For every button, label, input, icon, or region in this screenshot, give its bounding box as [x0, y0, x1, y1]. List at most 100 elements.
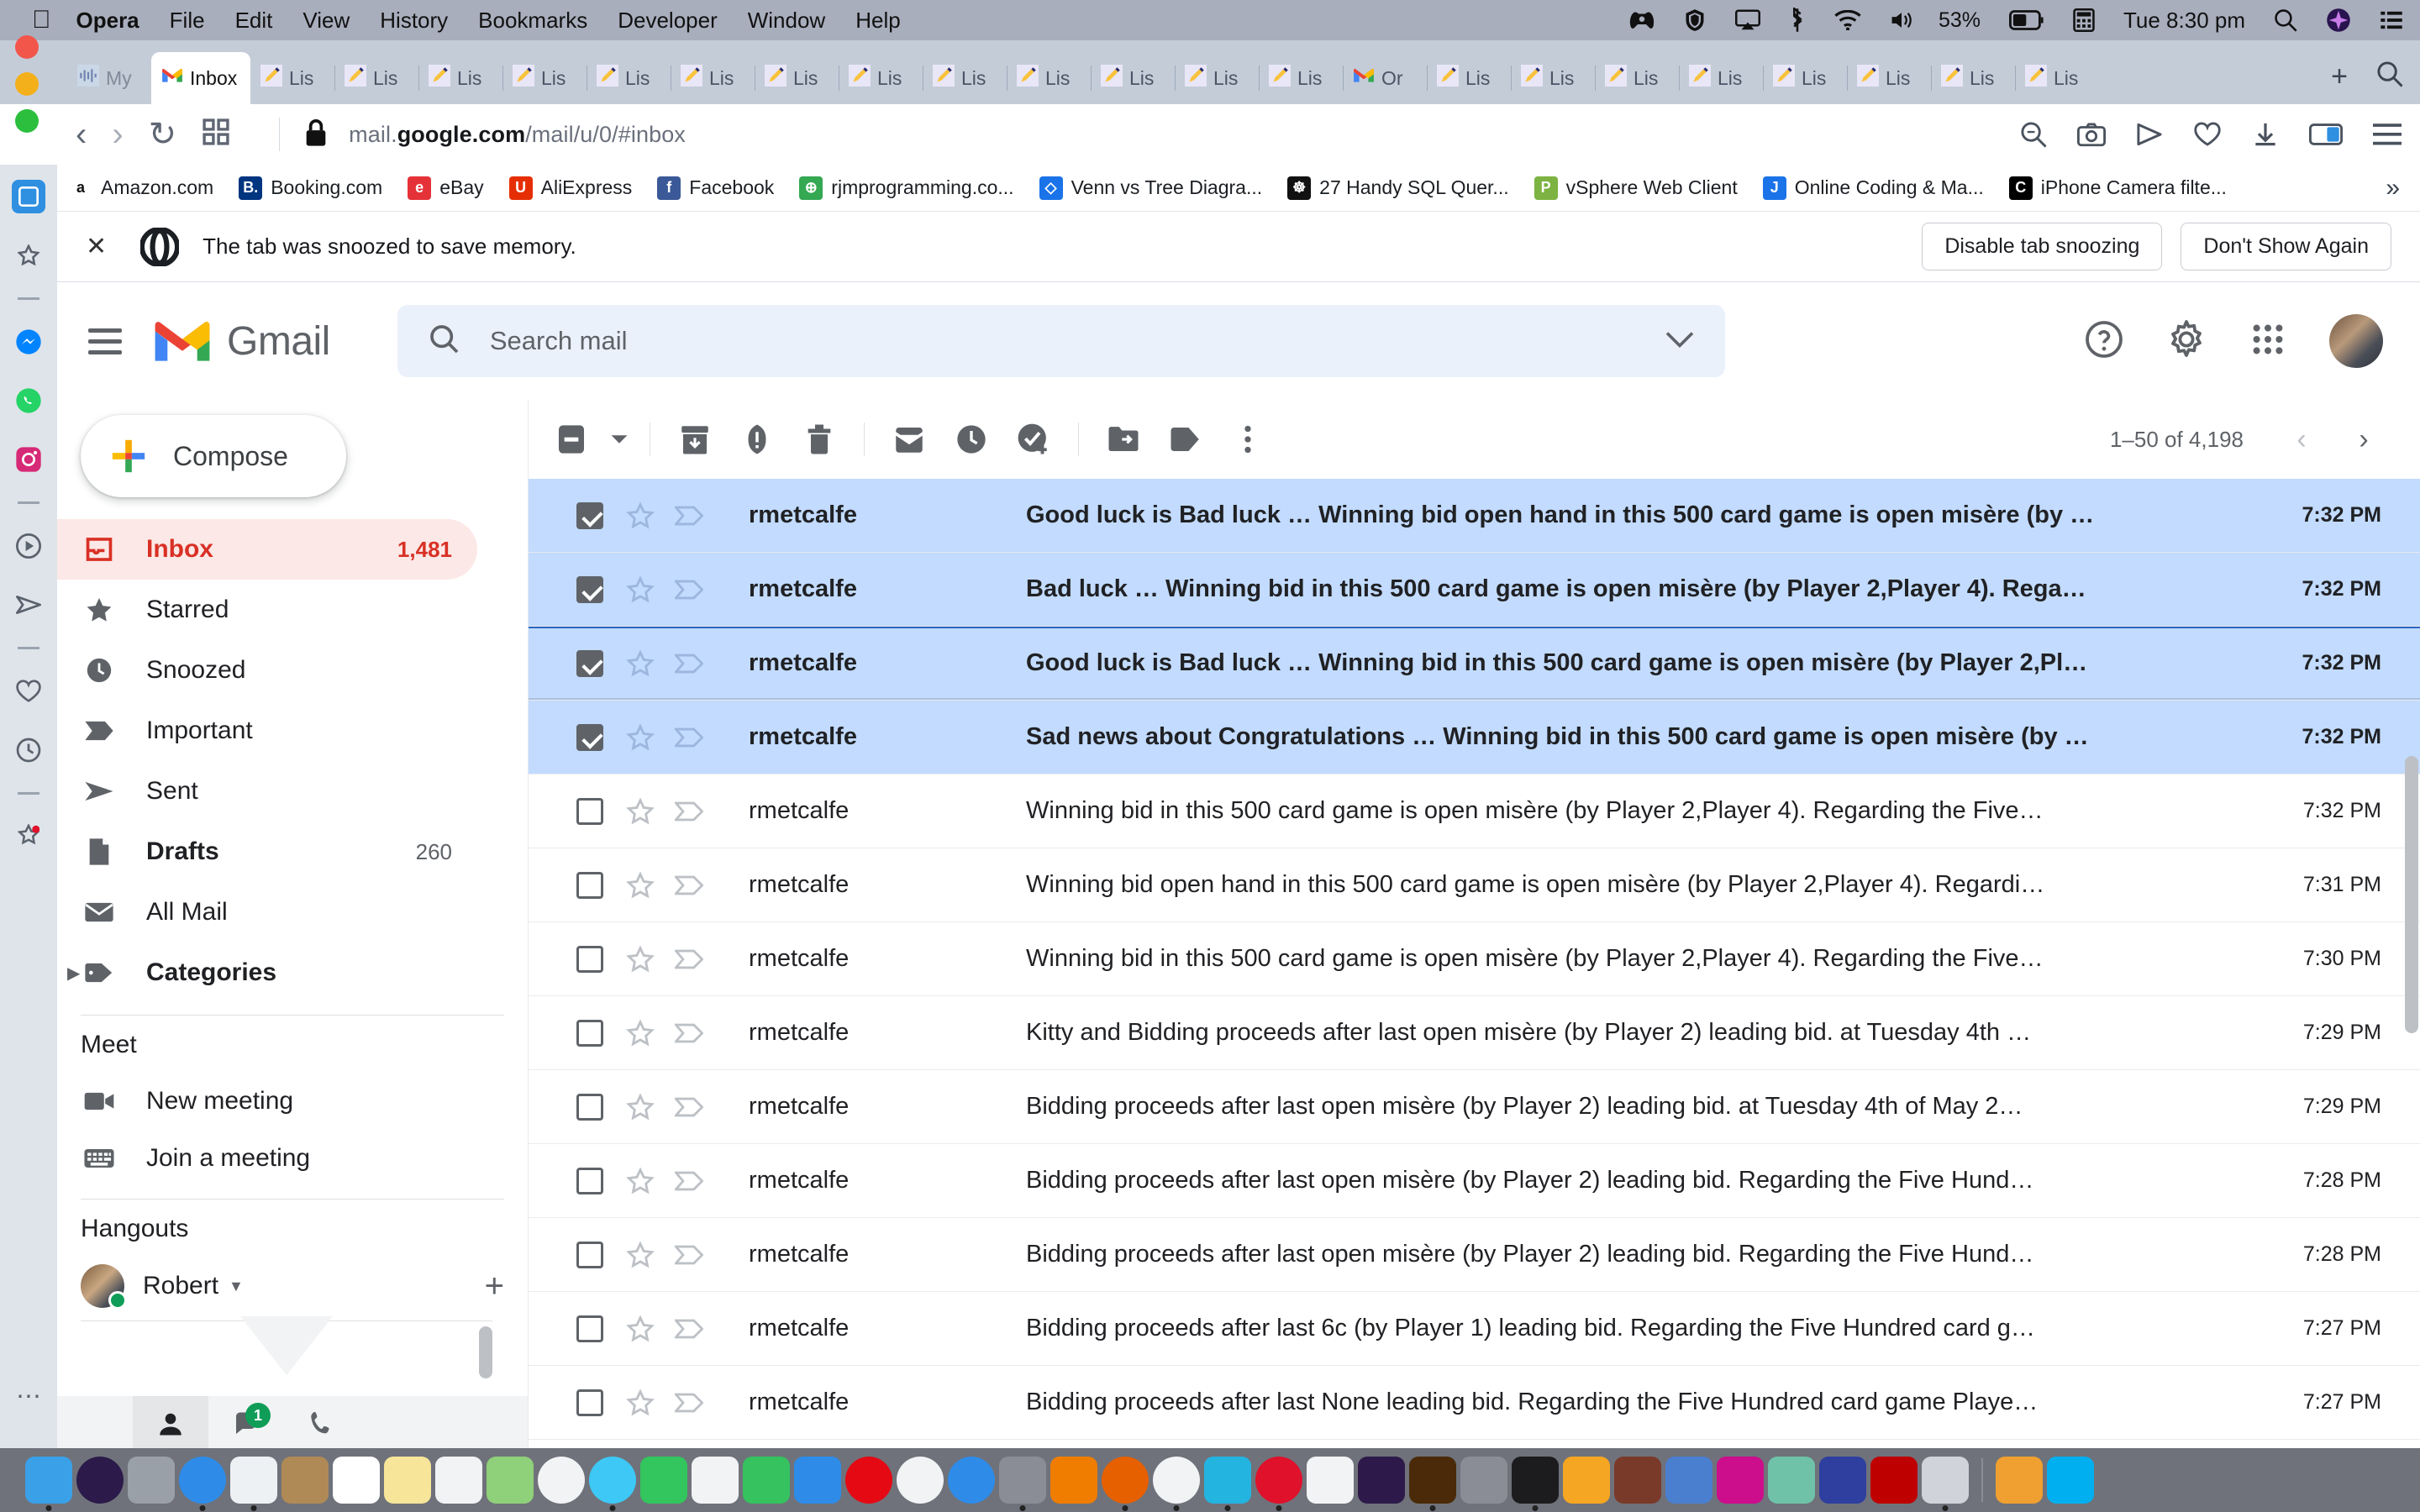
sidebar-more-icon[interactable]: ⋯: [16, 1382, 41, 1411]
menu-view[interactable]: View: [302, 8, 350, 34]
bookmark-item[interactable]: ◇ Venn vs Tree Diagra...: [1039, 176, 1262, 200]
new-meeting-item[interactable]: New meeting: [81, 1073, 504, 1130]
dock-icon-mail[interactable]: [230, 1457, 277, 1504]
dock-icon-opera[interactable]: [1255, 1457, 1302, 1504]
row-checkbox[interactable]: [564, 1315, 616, 1342]
browser-tab[interactable]: Lis: [1427, 52, 1511, 104]
add-contact-button[interactable]: +: [485, 1269, 504, 1303]
browser-tab[interactable]: Lis: [1679, 52, 1763, 104]
browser-tab[interactable]: Lis: [1259, 52, 1343, 104]
menu-developer[interactable]: Developer: [618, 8, 718, 34]
volume-icon[interactable]: [1890, 9, 1913, 31]
delete-button[interactable]: [788, 408, 850, 470]
chat-scrollbar[interactable]: [479, 1326, 492, 1378]
table-row[interactable]: rmetcalfe Good luck is Bad luck … Winning…: [529, 479, 2420, 553]
bookmarks-overflow-button[interactable]: »: [2386, 174, 2400, 202]
label-important-icon[interactable]: [665, 1245, 713, 1265]
star-icon[interactable]: [616, 870, 665, 900]
label-important-icon[interactable]: [665, 1097, 713, 1117]
select-all-caret-icon[interactable]: [602, 408, 636, 470]
dock-icon-adobe-xd[interactable]: [1717, 1457, 1764, 1504]
browser-tab[interactable]: Lis: [1595, 52, 1679, 104]
avatar[interactable]: [2329, 314, 2383, 368]
star-icon[interactable]: [616, 1092, 665, 1121]
table-row[interactable]: rmetcalfe Winning bid in this 500 card ga…: [529, 774, 2420, 848]
star-icon[interactable]: [616, 501, 665, 530]
sidebar-item-categories[interactable]: ▶ Categories: [57, 942, 477, 1003]
star-icon[interactable]: [616, 944, 665, 974]
label-important-icon[interactable]: [665, 654, 713, 674]
calculator-icon[interactable]: [2073, 8, 2095, 32]
dock-icon-filezilla[interactable]: [1870, 1457, 1918, 1504]
search-input[interactable]: Search mail: [490, 326, 628, 356]
dock-icon-numbers[interactable]: [743, 1457, 790, 1504]
malwarebytes-icon[interactable]: [1683, 8, 1707, 32]
dock-icon-firefox[interactable]: [1102, 1457, 1149, 1504]
dock-icon-appstore[interactable]: [948, 1457, 995, 1504]
dock-icon-filemaker[interactable]: [1819, 1457, 1866, 1504]
dock-icon-skype[interactable]: [2047, 1457, 2094, 1504]
star-icon[interactable]: [616, 1166, 665, 1195]
dock-icon-finder[interactable]: [25, 1457, 72, 1504]
dock-icon-terminal[interactable]: [1512, 1457, 1559, 1504]
dock-icon-maps[interactable]: [487, 1457, 534, 1504]
heart-icon[interactable]: [2193, 122, 2222, 147]
dock-icon-vlc[interactable]: [1050, 1457, 1097, 1504]
label-important-icon[interactable]: [665, 580, 713, 600]
airplay-icon[interactable]: [1734, 9, 1760, 31]
table-row[interactable]: rmetcalfe Bad luck … Winning bid in this …: [529, 553, 2420, 627]
browser-tab[interactable]: Lis: [839, 52, 923, 104]
sidebar-item-starred[interactable]: Starred: [57, 580, 477, 640]
row-checkbox[interactable]: [564, 723, 616, 751]
row-checkbox[interactable]: [564, 501, 616, 529]
sidebar-item-inbox[interactable]: Inbox 1,481: [57, 519, 477, 580]
label-important-icon[interactable]: [665, 875, 713, 895]
forward-button[interactable]: ›: [112, 118, 123, 151]
star-icon[interactable]: [616, 648, 665, 678]
control-center-icon[interactable]: [2380, 9, 2403, 31]
table-row[interactable]: rmetcalfe Sad news about Congratulations …: [529, 701, 2420, 774]
add-to-tasks-button[interactable]: [1002, 408, 1065, 470]
sidebar-item-snoozed[interactable]: Snoozed: [57, 640, 477, 701]
row-checkbox[interactable]: [564, 797, 616, 825]
caret-down-icon[interactable]: ▼: [229, 1278, 244, 1295]
browser-tab[interactable]: Lis: [418, 52, 502, 104]
menu-edit[interactable]: Edit: [235, 8, 273, 34]
join-meeting-item[interactable]: Join a meeting: [81, 1130, 504, 1187]
window-close-button[interactable]: [15, 35, 39, 59]
label-important-icon[interactable]: [665, 801, 713, 822]
wifi-icon[interactable]: [1834, 10, 1861, 30]
dock-icon-evernote[interactable]: [1307, 1457, 1354, 1504]
bookmark-item[interactable]: e eBay: [408, 176, 484, 200]
bookmark-item[interactable]: ⊕ rjmprogramming.co...: [799, 176, 1014, 200]
row-checkbox[interactable]: [564, 1389, 616, 1416]
dont-show-again-button[interactable]: Don't Show Again: [2181, 223, 2391, 270]
sidebar-history-icon[interactable]: [12, 733, 45, 767]
sidebar-item-sent[interactable]: Sent: [57, 761, 477, 822]
dock-icon-facetime[interactable]: [640, 1457, 687, 1504]
dock-icon-opera-gx[interactable]: [1204, 1457, 1251, 1504]
label-important-icon[interactable]: [665, 506, 713, 526]
dock-icon-contacts[interactable]: [281, 1457, 329, 1504]
dock-icon-audacity[interactable]: [1996, 1457, 2043, 1504]
more-options-button[interactable]: [1217, 408, 1279, 470]
dock-icon-chrome[interactable]: [1153, 1457, 1200, 1504]
reload-button[interactable]: ↻: [149, 118, 177, 151]
row-checkbox[interactable]: [564, 1241, 616, 1268]
search-in-page-icon[interactable]: [2020, 121, 2047, 148]
sidebar-bookmarks-icon[interactable]: [12, 239, 45, 272]
labels-button[interactable]: [1155, 408, 1217, 470]
select-all-checkbox[interactable]: [540, 408, 602, 470]
table-row[interactable]: rmetcalfe Bidding proceeds after last ope…: [529, 1144, 2420, 1218]
sidebar-item-drafts[interactable]: Drafts 260: [57, 822, 477, 882]
bookmark-item[interactable]: U AliExpress: [508, 176, 632, 200]
dock-icon-safari[interactable]: [179, 1457, 226, 1504]
sidebar-item-all-mail[interactable]: All Mail: [57, 882, 477, 942]
dock-icon-messages[interactable]: [589, 1457, 636, 1504]
browser-tab[interactable]: Lis: [1175, 52, 1259, 104]
url-text[interactable]: mail.google.com/mail/u/0/#inbox: [349, 122, 686, 148]
dock-icon-itunes[interactable]: [897, 1457, 944, 1504]
dock-icon-photoshop[interactable]: [1358, 1457, 1405, 1504]
table-row[interactable]: rmetcalfe Bidding proceeds after last ope…: [529, 1218, 2420, 1292]
disable-tab-snoozing-button[interactable]: Disable tab snoozing: [1922, 223, 2163, 270]
